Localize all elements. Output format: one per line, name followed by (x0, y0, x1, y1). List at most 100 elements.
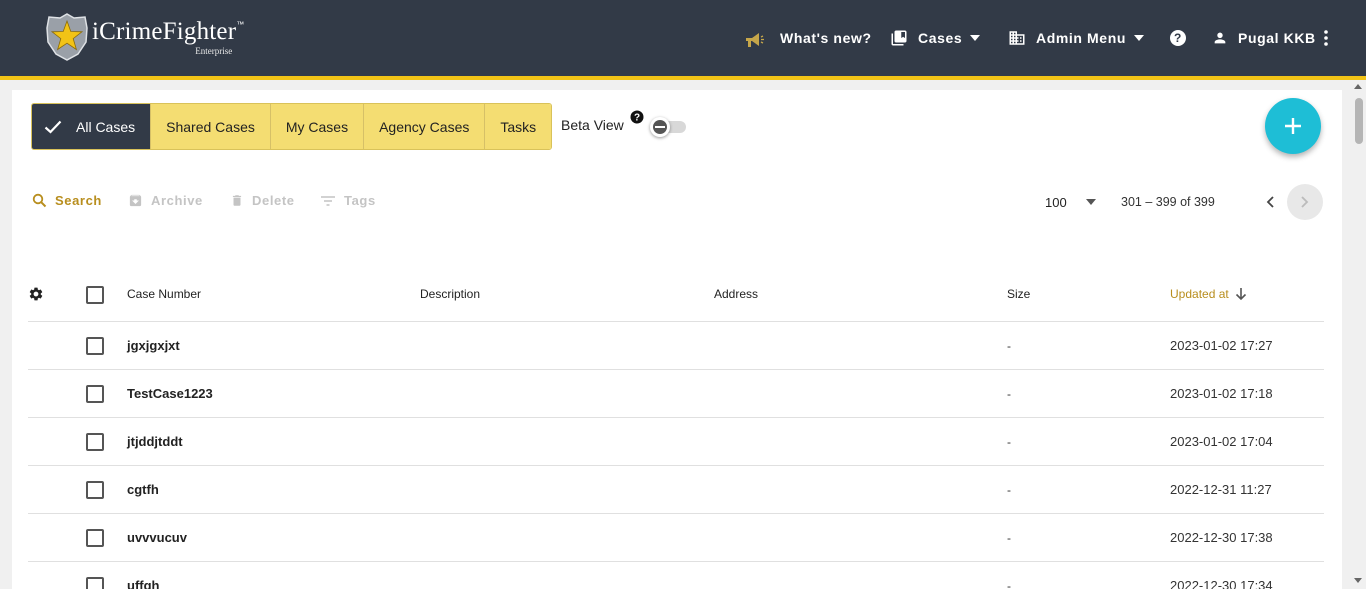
case-number-cell[interactable]: jgxjgxjxt (127, 338, 180, 353)
case-number-cell[interactable]: jtjddjtddt (127, 434, 183, 449)
help-button[interactable]: ? (1169, 0, 1187, 76)
row-checkbox[interactable] (86, 529, 104, 547)
column-header-case-number[interactable]: Case Number (127, 287, 201, 301)
previous-page-button[interactable] (1258, 190, 1282, 214)
size-cell: - (1007, 579, 1011, 589)
updated-at-cell: 2022-12-30 17:34 (1170, 578, 1273, 589)
minus-icon (655, 126, 665, 128)
table-row[interactable]: uvvvucuv - 2022-12-30 17:38 (28, 514, 1324, 562)
logo-name: iCrimeFighter (92, 18, 237, 45)
app-logo[interactable]: iCrimeFighter™ Enterprise (44, 12, 244, 64)
case-filter-tabs: All Cases Shared Cases My Cases Agency C… (31, 103, 553, 150)
row-checkbox[interactable] (86, 481, 104, 499)
tab-shared-cases[interactable]: Shared Cases (150, 104, 270, 149)
svg-text:?: ? (634, 113, 640, 124)
check-icon (44, 120, 62, 134)
size-cell: - (1007, 531, 1011, 545)
table-header: Case Number Description Address Size Upd… (28, 270, 1324, 322)
user-name: Pugal KKB (1238, 30, 1316, 46)
tab-agency-cases[interactable]: Agency Cases (363, 104, 485, 149)
table-row[interactable]: jgxjgxjxt - 2023-01-02 17:27 (28, 322, 1324, 370)
case-number-cell[interactable]: cgtfh (127, 482, 159, 497)
help-icon[interactable]: ? (630, 110, 644, 124)
table-row[interactable]: cgtfh - 2022-12-31 11:27 (28, 466, 1324, 514)
search-button[interactable]: Search (32, 193, 102, 208)
column-header-address[interactable]: Address (714, 287, 758, 301)
tags-button[interactable]: Tags (320, 193, 376, 208)
case-number-cell[interactable]: uffgh (127, 578, 159, 589)
header-accent-stripe (0, 76, 1366, 80)
chevron-left-icon (1266, 196, 1274, 208)
row-checkbox[interactable] (86, 433, 104, 451)
delete-label: Delete (252, 193, 295, 208)
admin-menu-label: Admin Menu (1036, 30, 1126, 46)
pagination-range: 301 – 399 of 399 (1121, 195, 1215, 209)
column-header-updated-at[interactable]: Updated at (1170, 287, 1247, 301)
row-checkbox[interactable] (86, 385, 104, 403)
case-number-cell[interactable]: uvvvucuv (127, 530, 187, 545)
building-icon (1009, 31, 1025, 45)
updated-at-cell: 2022-12-31 11:27 (1170, 482, 1272, 497)
column-header-description[interactable]: Description (420, 287, 480, 301)
whats-new-link[interactable]: What's new? (744, 0, 872, 76)
person-icon (1214, 32, 1226, 44)
table-row[interactable]: uffgh - 2022-12-30 17:34 (28, 562, 1324, 589)
size-cell: - (1007, 435, 1011, 449)
delete-button[interactable]: Delete (230, 193, 295, 208)
updated-at-cell: 2023-01-02 17:04 (1170, 434, 1273, 449)
archive-button[interactable]: Archive (128, 193, 203, 208)
tab-tasks[interactable]: Tasks (484, 104, 552, 149)
tab-label: My Cases (285, 118, 349, 135)
archive-label: Archive (151, 193, 203, 208)
scrollbar-thumb[interactable] (1355, 98, 1363, 144)
admin-menu[interactable]: Admin Menu (1008, 0, 1144, 76)
add-case-button[interactable] (1265, 98, 1321, 154)
updated-at-cell: 2022-12-30 17:38 (1170, 530, 1273, 545)
chevron-right-icon (1301, 196, 1309, 208)
plus-icon (1285, 118, 1301, 134)
search-icon (32, 193, 47, 208)
size-cell: - (1007, 339, 1011, 353)
arrow-down-icon (1235, 288, 1246, 301)
caret-down-icon (1134, 35, 1144, 41)
page-scrollbar[interactable] (1352, 80, 1366, 589)
beta-view-toggle[interactable] (650, 117, 686, 137)
caret-down-icon (970, 35, 981, 41)
tab-my-cases[interactable]: My Cases (269, 104, 364, 149)
search-label: Search (55, 193, 102, 208)
table-row[interactable]: jtjddjtddt - 2023-01-02 17:04 (28, 418, 1324, 466)
megaphone-icon (746, 33, 764, 47)
tab-label: All Cases (76, 118, 136, 135)
trash-icon (232, 195, 242, 206)
tab-label: Tasks (500, 118, 537, 135)
library-books-icon (891, 30, 907, 46)
row-checkbox[interactable] (86, 337, 104, 355)
tags-label: Tags (344, 193, 376, 208)
select-all-checkbox[interactable] (86, 286, 104, 304)
updated-at-cell: 2023-01-02 17:18 (1170, 386, 1273, 401)
logo-edition: Enterprise (195, 46, 233, 56)
scroll-down-arrow-icon[interactable] (1354, 578, 1362, 583)
caret-down-icon[interactable] (1086, 199, 1096, 205)
filter-list-icon (321, 195, 335, 206)
cases-menu[interactable]: Cases (890, 0, 981, 76)
next-page-button[interactable] (1287, 184, 1323, 220)
top-navigation-bar: iCrimeFighter™ Enterprise What's new? Ca… (0, 0, 1366, 76)
scroll-up-arrow-icon[interactable] (1354, 84, 1362, 89)
case-number-cell[interactable]: TestCase1223 (127, 386, 213, 401)
badge-star-icon (46, 13, 88, 61)
column-header-size[interactable]: Size (1007, 287, 1030, 301)
svg-text:?: ? (1174, 31, 1182, 45)
archive-icon (129, 194, 142, 207)
help-icon: ? (1170, 30, 1186, 46)
more-vert-icon (1323, 30, 1328, 46)
beta-view-label: Beta View (561, 117, 624, 133)
row-checkbox[interactable] (86, 577, 104, 589)
cases-menu-label: Cases (918, 30, 963, 46)
tab-label: Agency Cases (379, 118, 470, 135)
user-menu[interactable]: Pugal KKB (1212, 0, 1328, 76)
table-row[interactable]: TestCase1223 - 2023-01-02 17:18 (28, 370, 1324, 418)
tab-all-cases[interactable]: All Cases (32, 104, 151, 149)
page-size-select[interactable]: 100 (1045, 195, 1067, 210)
gear-icon[interactable] (28, 286, 44, 302)
